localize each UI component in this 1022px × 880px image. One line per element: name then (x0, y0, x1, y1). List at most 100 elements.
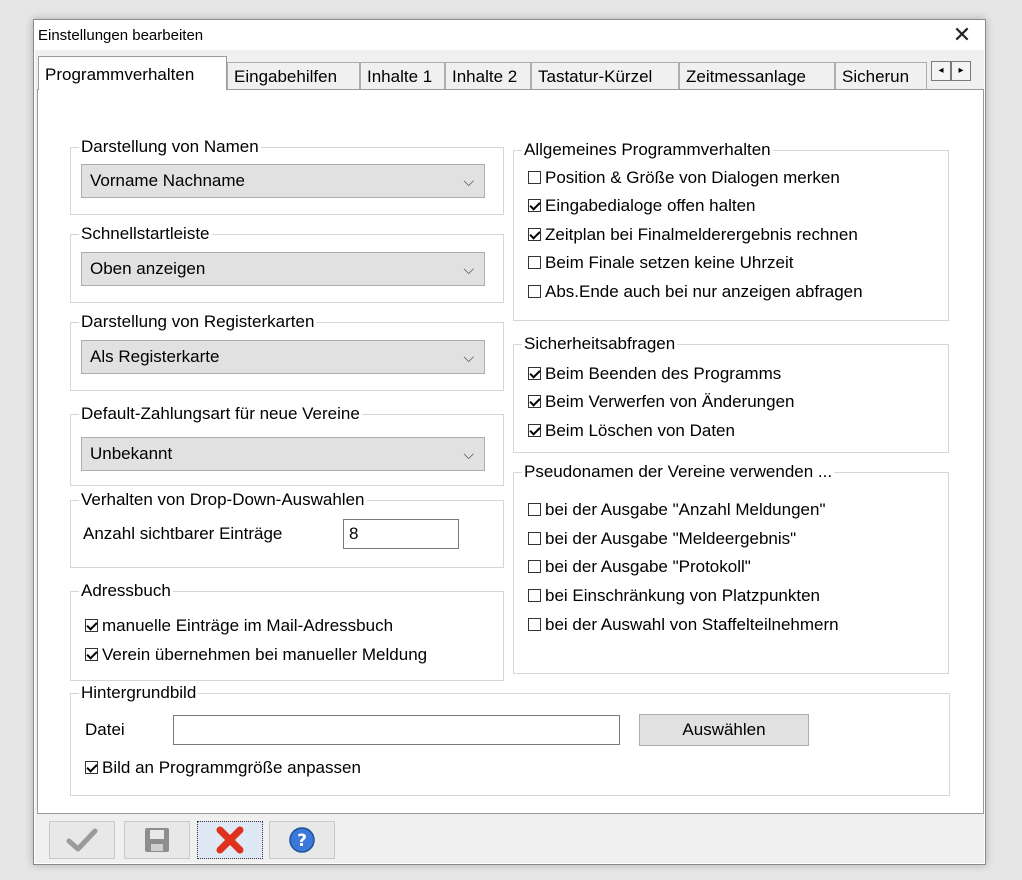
save-button[interactable] (124, 821, 190, 859)
group-payment-label: Default-Zahlungsart für neue Vereine (79, 404, 362, 424)
registertabs-select[interactable]: Als Registerkarte ⌵ (81, 340, 485, 374)
group-security-label: Sicherheitsabfragen (522, 334, 678, 354)
checkbox-final-no-time[interactable]: Beim Finale setzen keine Uhrzeit (528, 252, 794, 274)
visible-entries-label: Anzahl sichtbarer Einträge (83, 524, 283, 543)
tab-tastatur-kuerzel[interactable]: Tastatur-Kürzel (531, 62, 679, 89)
checkbox-box (528, 171, 541, 184)
visible-entries-input[interactable]: 8 (343, 519, 459, 549)
chevron-down-icon: ⌵ (463, 446, 474, 462)
checkbox-label: Zeitplan bei Finalmelderergebnis rechnen (545, 225, 858, 244)
checkbox-label: Beim Löschen von Daten (545, 421, 735, 440)
tab-programmverhalten[interactable]: Programmverhalten (38, 56, 227, 90)
tab-scroll-left-icon[interactable]: ◂ (931, 61, 951, 81)
svg-text:?: ? (297, 831, 307, 851)
group-registertabs: Darstellung von Registerkarten Als Regis… (70, 312, 504, 391)
checkbox-label: Abs.Ende auch bei nur anzeigen abfragen (545, 282, 863, 301)
tab-sicherung[interactable]: Sicherun (835, 62, 927, 89)
checkbox-box (528, 367, 541, 380)
ok-button[interactable] (49, 821, 115, 859)
checkbox-box (528, 199, 541, 212)
checkbox-box (528, 503, 541, 516)
checkbox-take-over-club[interactable]: Verein übernehmen bei manueller Meldung (85, 644, 427, 666)
checkbox-box (528, 424, 541, 437)
group-quickstart-label: Schnellstartleiste (79, 224, 212, 244)
checkbox-label: bei der Ausgabe "Protokoll" (545, 557, 751, 576)
checkbox-label: Verein übernehmen bei manueller Meldung (102, 645, 428, 664)
group-payment: Default-Zahlungsart für neue Vereine Unb… (70, 404, 504, 486)
checkbox-on-discard[interactable]: Beim Verwerfen von Änderungen (528, 391, 795, 413)
checkbox-pseudo-relay-members[interactable]: bei der Auswahl von Staffelteilnehmern (528, 614, 839, 636)
group-security-prompts: Sicherheitsabfragen Beim Beenden des Pro… (513, 334, 949, 453)
checkbox-label: Beim Finale setzen keine Uhrzeit (545, 253, 794, 272)
checkbox-pseudo-protocol[interactable]: bei der Ausgabe "Protokoll" (528, 556, 751, 578)
checkbox-manual-mail-entries[interactable]: manuelle Einträge im Mail-Adressbuch (85, 615, 393, 637)
checkbox-label: Bild an Programmgröße anpassen (102, 758, 361, 777)
cancel-button[interactable] (197, 821, 263, 859)
help-button[interactable]: ? (269, 821, 335, 859)
checkbox-box (528, 589, 541, 602)
checkbox-box (528, 532, 541, 545)
cancel-icon (216, 826, 244, 854)
tab-strip: Programmverhalten Eingabehilfen Inhalte … (35, 50, 984, 90)
group-names-label: Darstellung von Namen (79, 137, 261, 157)
quickstart-select[interactable]: Oben anzeigen ⌵ (81, 252, 485, 286)
names-display-value: Vorname Nachname (90, 171, 245, 190)
checkbox-pseudo-entries-count[interactable]: bei der Ausgabe "Anzahl Meldungen" (528, 499, 826, 521)
checkbox-label: bei der Ausgabe "Meldeergebnis" (545, 529, 797, 548)
checkbox-label: Eingabedialoge offen halten (545, 196, 756, 215)
settings-dialog: Einstellungen bearbeiten ✕ Programmverha… (33, 19, 986, 865)
dialog-title: Einstellungen bearbeiten (38, 27, 204, 44)
payment-select[interactable]: Unbekannt ⌵ (81, 437, 485, 471)
checkbox-label: bei Einschränkung von Platzpunkten (545, 586, 821, 605)
group-dropdown: Verhalten von Drop-Down-Auswahlen Anzahl… (70, 490, 504, 568)
tab-eingabehilfen[interactable]: Eingabehilfen (227, 62, 360, 89)
checkbox-box (528, 618, 541, 631)
group-names: Darstellung von Namen Vorname Nachname ⌵ (70, 137, 504, 215)
checkbox-box (528, 285, 541, 298)
tab-panel-programmverhalten: Darstellung von Namen Vorname Nachname ⌵… (37, 89, 984, 814)
checkbox-keep-input-dialogs-open[interactable]: Eingabedialoge offen halten (528, 195, 755, 217)
chevron-down-icon: ⌵ (463, 173, 474, 189)
checkbox-on-delete[interactable]: Beim Löschen von Daten (528, 420, 735, 442)
names-display-select[interactable]: Vorname Nachname ⌵ (81, 164, 485, 198)
registertabs-value: Als Registerkarte (90, 347, 220, 366)
quickstart-value: Oben anzeigen (90, 259, 206, 278)
title-bar: Einstellungen bearbeiten ✕ (34, 20, 985, 50)
bottom-toolbar: ? (35, 818, 984, 863)
group-dropdown-label: Verhalten von Drop-Down-Auswahlen (79, 490, 367, 510)
group-background-label: Hintergrundbild (79, 683, 199, 703)
tab-scroll-right-icon[interactable]: ▸ (951, 61, 971, 81)
checkbox-on-exit[interactable]: Beim Beenden des Programms (528, 363, 781, 385)
close-icon[interactable]: ✕ (949, 22, 975, 48)
checkbox-schedule-final-results[interactable]: Zeitplan bei Finalmelderergebnis rechnen (528, 224, 858, 246)
checkbox-section-end-query[interactable]: Abs.Ende auch bei nur anzeigen abfragen (528, 281, 863, 303)
checkbox-label: bei der Auswahl von Staffelteilnehmern (545, 615, 839, 634)
checkbox-box (85, 619, 98, 632)
group-general-label: Allgemeines Programmverhalten (522, 140, 773, 160)
chevron-down-icon: ⌵ (463, 261, 474, 277)
checkbox-box (85, 761, 98, 774)
group-addressbook: Adressbuch manuelle Einträge im Mail-Adr… (70, 581, 504, 681)
dialog-body: Programmverhalten Eingabehilfen Inhalte … (35, 50, 984, 863)
checkbox-fit-image[interactable]: Bild an Programmgröße anpassen (85, 757, 361, 779)
group-addressbook-label: Adressbuch (79, 581, 173, 601)
checkbox-box (528, 228, 541, 241)
group-general-behavior: Allgemeines Programmverhalten Position &… (513, 140, 949, 321)
choose-file-button[interactable]: Auswählen (639, 714, 809, 746)
checkbox-remember-dialog-position[interactable]: Position & Größe von Dialogen merken (528, 167, 840, 189)
tab-inhalte-1[interactable]: Inhalte 1 (360, 62, 445, 89)
group-pseudonyms: Pseudonamen der Vereine verwenden ... be… (513, 462, 949, 674)
group-background-image: Hintergrundbild Datei Auswählen Bild an … (70, 683, 950, 796)
file-path-input[interactable] (173, 715, 620, 745)
payment-value: Unbekannt (90, 444, 173, 463)
checkbox-pseudo-entry-result[interactable]: bei der Ausgabe "Meldeergebnis" (528, 528, 796, 550)
checkbox-pseudo-place-points[interactable]: bei Einschränkung von Platzpunkten (528, 585, 820, 607)
group-quickstart: Schnellstartleiste Oben anzeigen ⌵ (70, 224, 504, 303)
checkmark-icon (66, 828, 98, 852)
save-icon (145, 828, 169, 852)
group-registertabs-label: Darstellung von Registerkarten (79, 312, 317, 332)
tab-inhalte-2[interactable]: Inhalte 2 (445, 62, 531, 89)
checkbox-box (528, 395, 541, 408)
checkbox-label: manuelle Einträge im Mail-Adressbuch (102, 616, 394, 635)
tab-zeitmessanlage[interactable]: Zeitmessanlage (679, 62, 835, 89)
